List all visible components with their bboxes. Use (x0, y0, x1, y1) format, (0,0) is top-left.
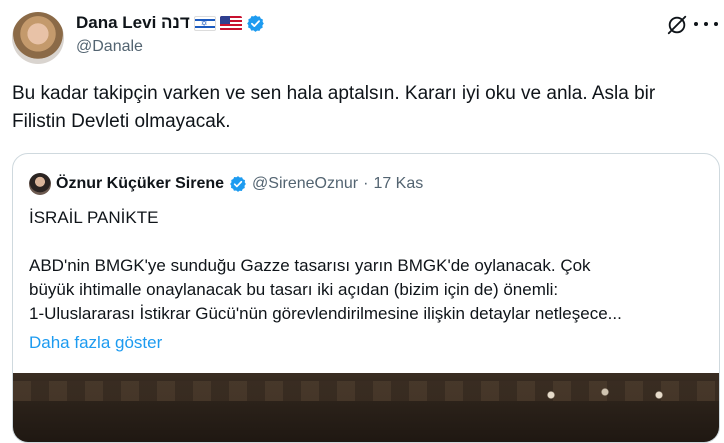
quoted-text-blank-line (29, 230, 709, 254)
quoted-author-avatar (29, 173, 51, 195)
quoted-text-line: İSRAİL PANİKTE (29, 208, 159, 227)
author-handle[interactable]: @Danale (76, 37, 143, 57)
quoted-tweet-media[interactable] (13, 373, 719, 442)
quoted-text-line: büyük ihtimalle onaylanacak bu tasarı ik… (29, 280, 559, 299)
quoted-author-handle: @SireneOznur (252, 175, 359, 192)
us-flag-icon (219, 15, 242, 31)
quoted-tweet-date: 17 Kas (373, 175, 424, 192)
quoted-text-line: 1-Uluslararası İstikrar Gücü'nün görevle… (29, 304, 622, 323)
author-name[interactable]: Dana Levi דנה (76, 12, 190, 34)
quoted-tweet-text: İSRAİL PANİKTE ABD'nin BMGK'ye sunduğu G… (29, 206, 709, 326)
more-options-icon[interactable] (694, 14, 718, 34)
quoted-tweet-header: Öznur Küçüker Sirene @SireneOznur · 17 K… (29, 173, 423, 195)
separator-dot: · (363, 175, 369, 192)
israel-flag-icon: ✡ (193, 15, 216, 31)
author-avatar[interactable] (12, 12, 64, 64)
verified-badge-icon (246, 14, 264, 32)
verified-badge-icon (230, 176, 246, 192)
quoted-text-line: ABD'nin BMGK'ye sunduğu Gazze tasarısı y… (29, 256, 591, 275)
media-lights (533, 377, 713, 407)
author-name-row: Dana Levi דנה ✡ (76, 12, 265, 34)
tweet-text: Bu kadar takipçin varken ve sen hala apt… (12, 83, 656, 132)
show-more-link[interactable]: Daha fazla göster (29, 331, 162, 355)
quoted-author-name: Öznur Küçüker Sirene (56, 175, 225, 192)
grok-icon[interactable] (666, 14, 688, 36)
quoted-tweet-card[interactable]: Öznur Küçüker Sirene @SireneOznur · 17 K… (12, 153, 720, 443)
